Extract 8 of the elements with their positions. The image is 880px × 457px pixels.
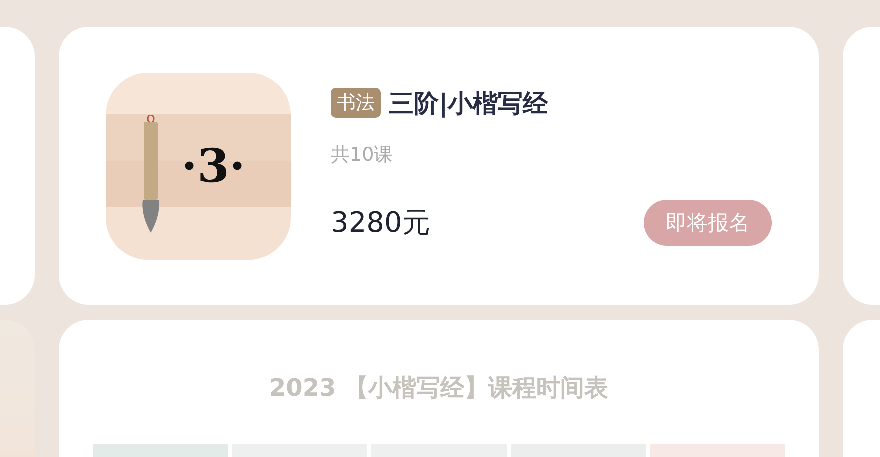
course-price: 3280元 bbox=[331, 204, 430, 240]
cover-numeral: ·3· bbox=[181, 139, 246, 193]
lesson-count: 共10课 bbox=[331, 142, 394, 168]
course-title: 三阶|小楷写经 bbox=[389, 88, 548, 120]
signup-button[interactable]: 即将报名 bbox=[644, 200, 772, 246]
brush-icon bbox=[140, 114, 162, 232]
category-tag: 书法 bbox=[331, 88, 381, 118]
schedule-title: 2023 【小楷写经】课程时间表 bbox=[269, 373, 609, 404]
